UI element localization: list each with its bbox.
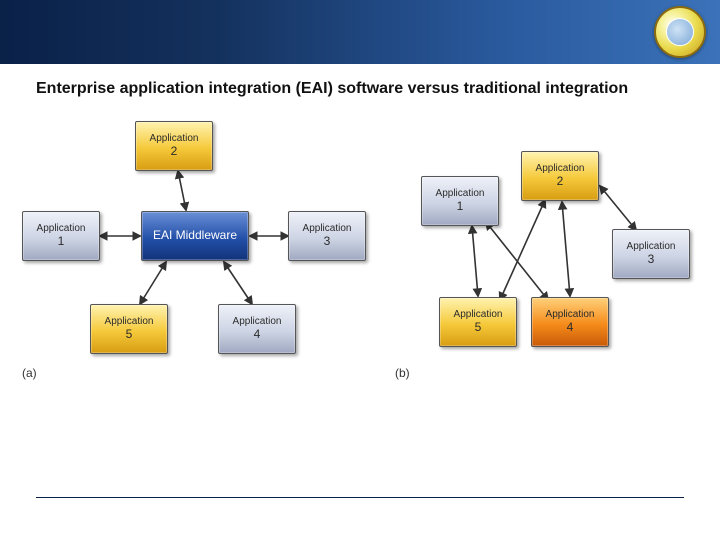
num: 1 — [58, 235, 65, 248]
label: Application — [546, 309, 595, 320]
a-app1: Application 1 — [22, 211, 100, 261]
header-bar — [0, 0, 720, 64]
globe-icon — [666, 18, 694, 46]
label: Application — [303, 223, 352, 234]
b-app1: Application 1 — [421, 176, 499, 226]
b-app5: Application 5 — [439, 297, 517, 347]
page-title: Enterprise application integration (EAI)… — [0, 64, 720, 100]
label: Application — [536, 163, 585, 174]
university-logo — [654, 6, 706, 58]
num: 2 — [557, 175, 564, 188]
label: Application — [436, 188, 485, 199]
diagram-a-label: (a) — [22, 366, 37, 380]
num: 4 — [567, 321, 574, 334]
a-app3: Application 3 — [288, 211, 366, 261]
label: Application — [627, 241, 676, 252]
num: 3 — [324, 235, 331, 248]
label: Application — [454, 309, 503, 320]
num: 2 — [171, 145, 178, 158]
hub-label: EAI Middleware — [153, 229, 237, 242]
footer-rule — [36, 497, 684, 498]
label: Application — [105, 316, 154, 327]
label: Application — [233, 316, 282, 327]
diagram-b-label: (b) — [395, 366, 410, 380]
label: Application — [37, 223, 86, 234]
a-app5: Application 5 — [90, 304, 168, 354]
diagram-stage: Application 1 Application 2 EAI Middlewa… — [0, 106, 720, 416]
b-app4: Application 4 — [531, 297, 609, 347]
num: 1 — [457, 200, 464, 213]
a-app2: Application 2 — [135, 121, 213, 171]
label: Application — [150, 133, 199, 144]
num: 4 — [254, 328, 261, 341]
b-app2: Application 2 — [521, 151, 599, 201]
num: 5 — [475, 321, 482, 334]
num: 3 — [648, 253, 655, 266]
a-eai-hub: EAI Middleware — [141, 211, 249, 261]
a-app4: Application 4 — [218, 304, 296, 354]
b-app3: Application 3 — [612, 229, 690, 279]
num: 5 — [126, 328, 133, 341]
